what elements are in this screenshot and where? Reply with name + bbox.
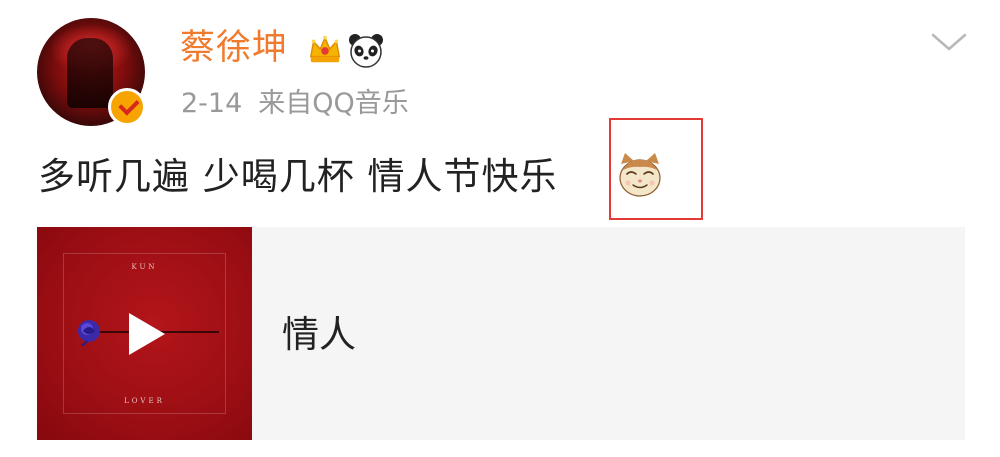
play-icon[interactable] — [123, 311, 169, 357]
post-meta: 2-14 来自QQ音乐 — [181, 86, 409, 122]
crown-icon — [309, 35, 341, 63]
post-text: 多听几遍 少喝几杯 情人节快乐 — [38, 155, 558, 198]
verified-badge-icon — [108, 88, 146, 126]
avatar-figure — [67, 38, 113, 108]
post-date: 2-14 — [181, 88, 243, 119]
rose-icon — [78, 320, 100, 346]
album-cover[interactable]: KUN LOVER — [37, 227, 252, 440]
post-source[interactable]: 来自QQ音乐 — [258, 88, 409, 119]
music-card[interactable]: KUN LOVER 情人 — [37, 227, 965, 440]
highlight-box — [609, 118, 703, 220]
album-top-text: KUN — [131, 263, 158, 271]
song-title[interactable]: 情人 — [282, 313, 356, 357]
album-bottom-text: LOVER — [124, 397, 165, 405]
weibo-post: 蔡徐坤 2-14 来自QQ音乐 多听几遍 少喝几杯 情人节快乐 KUN LOVE… — [0, 0, 1000, 457]
username[interactable]: 蔡徐坤 — [180, 26, 288, 70]
panda-icon — [349, 34, 383, 68]
chevron-down-icon[interactable] — [930, 30, 968, 54]
